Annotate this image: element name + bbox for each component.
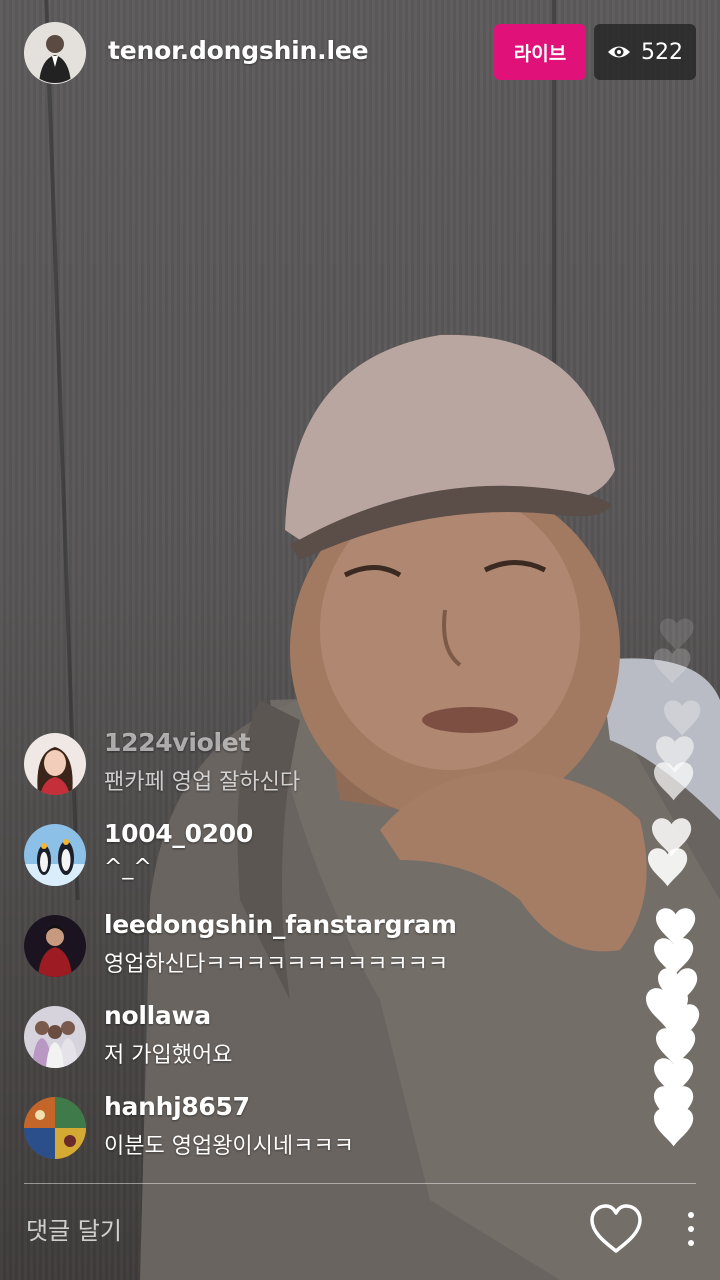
heart-icon-stream	[646, 618, 701, 1147]
comment-username[interactable]: 1224violet	[104, 728, 250, 757]
more-vertical-icon	[688, 1226, 694, 1232]
comment-username[interactable]: hanhj8657	[104, 1092, 250, 1121]
commenter-avatar[interactable]	[24, 1006, 86, 1068]
more-vertical-icon	[688, 1212, 694, 1218]
live-badge: 라이브	[494, 24, 586, 80]
comment-item: 1004_0200 ^_^	[24, 819, 604, 910]
comment-item: leedongshin_fanstargram 영업하신다ㅋㅋㅋㅋㅋㅋㅋㅋㅋㅋㅋ…	[24, 910, 604, 1001]
comment-text: 이분도 영업왕이시네ㅋㅋㅋ	[104, 1134, 354, 1159]
viewer-count: 522	[641, 39, 683, 65]
host-avatar[interactable]	[24, 22, 86, 84]
commenter-avatar[interactable]	[24, 915, 86, 977]
commenter-avatar[interactable]	[24, 1097, 86, 1159]
host-username[interactable]: tenor.dongshin.lee	[108, 36, 369, 65]
eye-icon	[607, 43, 631, 61]
comment-username[interactable]: 1004_0200	[104, 819, 253, 848]
comment-text: 팬카페 영업 잘하신다	[104, 770, 301, 795]
heart-outline-icon	[590, 1204, 642, 1253]
comment-item: hanhj8657 이분도 영업왕이시네ㅋㅋㅋ	[24, 1092, 604, 1183]
commenter-avatar[interactable]	[24, 824, 86, 886]
comment-item: nollawa 저 가입했어요	[24, 1001, 604, 1092]
host-avatar-image	[25, 23, 85, 83]
more-options-button[interactable]	[676, 1206, 706, 1252]
comment-input[interactable]	[24, 1205, 508, 1257]
like-button[interactable]	[588, 1203, 644, 1255]
comment-text: 영업하신다ㅋㅋㅋㅋㅋㅋㅋㅋㅋㅋㅋㅋ	[104, 952, 449, 977]
comment-item: 1224violet 팬카페 영업 잘하신다	[24, 728, 604, 819]
comment-username[interactable]: leedongshin_fanstargram	[104, 910, 457, 939]
more-vertical-icon	[688, 1240, 694, 1246]
live-header: tenor.dongshin.lee 라이브 522	[0, 0, 720, 100]
comment-feed: 1224violet 팬카페 영업 잘하신다 1004_0200 ^_^ lee…	[24, 728, 604, 1183]
floating-hearts	[640, 610, 720, 1150]
footer-divider	[24, 1183, 696, 1184]
comment-text: 저 가입했어요	[104, 1043, 233, 1068]
viewer-count-badge[interactable]: 522	[594, 24, 696, 80]
comment-username[interactable]: nollawa	[104, 1001, 211, 1030]
commenter-avatar[interactable]	[24, 733, 86, 795]
comment-text: ^_^	[104, 855, 152, 880]
